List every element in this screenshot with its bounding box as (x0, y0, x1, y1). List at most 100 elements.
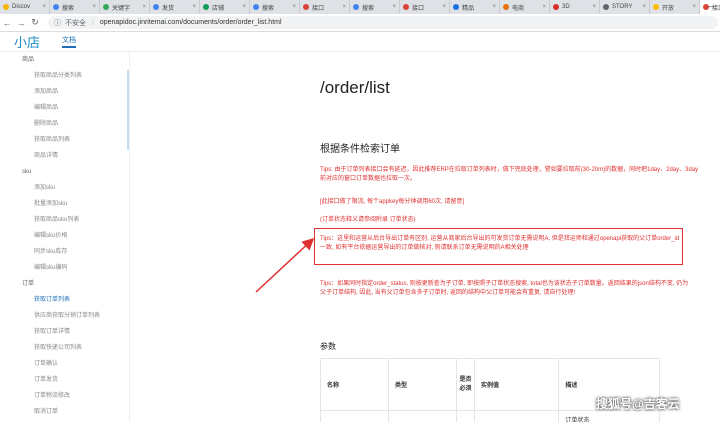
col-name: 名称 (320, 358, 389, 411)
sidebar-group-label: sku (22, 169, 32, 175)
tab-favicon-icon (453, 4, 459, 10)
tab-label: 搜索 (362, 5, 375, 12)
tab-label: 电商 (512, 5, 525, 12)
browser-tab[interactable]: 接口 × (400, 0, 450, 14)
tab-close-icon[interactable]: × (92, 4, 96, 10)
tab-close-icon[interactable]: × (292, 4, 296, 10)
sidebar-item[interactable]: 编辑sku价格 (0, 228, 129, 244)
cell-name (320, 410, 389, 422)
separator: | (92, 19, 94, 26)
sidebar-item[interactable]: 获取订单列表 (0, 292, 129, 308)
site-header: 小店 文档 (0, 32, 720, 52)
browser-tab[interactable]: 电商 × (500, 0, 550, 14)
browser-tab[interactable]: 搜索 × (250, 0, 300, 14)
browser-tab[interactable]: 3D × (550, 0, 600, 14)
tab-close-icon[interactable]: × (42, 4, 46, 10)
tab-close-icon[interactable]: × (142, 4, 146, 10)
sidebar-item[interactable]: 供应商获取分销订单列表 (0, 308, 129, 324)
tab-label: 关键字 (112, 5, 131, 12)
sidebar-item[interactable]: 获取商品分类列表 (0, 68, 129, 84)
nav-docs-link[interactable]: 文档 (62, 35, 77, 48)
tips-export-diff: Tips：这里和运营从后台导出订单有区别, 运营从商家后台导出的可发货订单无需说… (320, 236, 680, 251)
sidebar-item[interactable]: 商品详情 (0, 148, 129, 164)
sidebar-item[interactable]: 同步sku库存 (0, 244, 129, 260)
sidebar-item[interactable]: 获取商品sku列表 (0, 212, 129, 228)
browser-tab[interactable]: 店铺 × (200, 0, 250, 14)
params-table: 名称 类型 是否必须 实例值 描述 订单状态 (320, 358, 660, 422)
info-icon[interactable]: ⓘ (54, 18, 61, 28)
tab-favicon-icon (403, 4, 409, 10)
forward-icon[interactable]: → (14, 18, 28, 28)
tab-close-icon[interactable]: × (692, 4, 696, 10)
sidebar-item[interactable]: 订单确认 (0, 356, 129, 372)
browser-tab[interactable]: 开放 × (650, 0, 700, 14)
address-bar: ← → ↻ ⓘ 不安全 | openapidoc.jinritemai.com/… (0, 14, 720, 32)
sidebar-item[interactable]: 订单发货 (0, 372, 129, 388)
sidebar-item[interactable]: 添加商品 (0, 84, 129, 100)
tab-favicon-icon (153, 4, 159, 10)
tab-close-icon[interactable]: × (492, 4, 496, 10)
sidebar-item[interactable]: 删除商品 (0, 116, 129, 132)
tab-close-icon[interactable]: × (342, 4, 346, 10)
tab-label: 开放 (662, 5, 675, 12)
browser-tab[interactable]: Discov × (0, 0, 50, 14)
sidebar-scrollbar[interactable] (127, 70, 129, 150)
browser-tab[interactable]: 发货 × (150, 0, 200, 14)
sidebar-item[interactable]: 获取商品列表 (0, 132, 129, 148)
watermark: 搜狐号@吉客云 (596, 397, 680, 411)
params-title: 参数 (320, 342, 336, 351)
tab-label: 店铺 (212, 5, 225, 12)
sidebar-group-label: 商品 (22, 57, 35, 63)
tab-favicon-icon (553, 4, 559, 10)
tab-close-icon[interactable]: × (392, 4, 396, 10)
tab-close-icon[interactable]: × (192, 4, 196, 10)
tips-status-ref[interactable]: (订单状态释义请参阅附录 订单状态) (320, 214, 416, 223)
tab-label: 接口 (412, 5, 425, 12)
sidebar-item[interactable]: 添加sku (0, 180, 129, 196)
tips-delay-note: Tips: 由于订单列表接口会有延迟，因此推荐ERP在拉取订单列表时，做下兜底处… (320, 167, 699, 182)
sidebar-item[interactable]: 批量添加sku (0, 196, 129, 212)
tab-label: 发货 (162, 5, 175, 12)
browser-tab[interactable]: 搜索 × (350, 0, 400, 14)
tab-favicon-icon (303, 4, 309, 10)
col-type: 类型 (388, 358, 457, 411)
tab-favicon-icon (503, 4, 509, 10)
tab-close-icon[interactable]: × (442, 4, 446, 10)
url-input[interactable]: ⓘ 不安全 | openapidoc.jinritemai.com/docume… (48, 16, 718, 29)
browser-tab[interactable]: STORY × (600, 0, 650, 14)
sidebar-item[interactable]: 订单物流修改 (0, 388, 129, 404)
browser-tab[interactable]: 搜索 × (50, 0, 100, 14)
sidebar: 商品获取商品分类列表 添加商品 编辑商品 删除商品 获取商品列表 商品详情 sku 添加sku… (0, 52, 130, 422)
sidebar-item[interactable]: 取消订单 (0, 404, 129, 420)
browser-tab[interactable]: 精品 × (450, 0, 500, 14)
sidebar-item[interactable]: 编辑商品 (0, 100, 129, 116)
minimize-button[interactable]: — (708, 2, 716, 11)
tab-favicon-icon (253, 4, 259, 10)
tab-label: STORY (612, 4, 633, 10)
tab-label: 搜索 (262, 5, 275, 12)
tab-favicon-icon (103, 4, 109, 10)
main-content: /order/list 根据条件检索订单 Tips: 由于订单列表接口会有延迟，… (130, 52, 720, 422)
browser-tab-strip: Discov × 搜索 × 关键字 × 发货 × 店铺 × 搜索 × 接口 × 搜索 × 接口 × 精品 × 电商 × 3D… (0, 0, 720, 14)
tab-favicon-icon (53, 4, 59, 10)
browser-tab[interactable]: 接口 × (300, 0, 350, 14)
section-title: 根据条件检索订单 (320, 144, 400, 155)
back-icon[interactable]: ← (0, 18, 14, 28)
tab-close-icon[interactable]: × (642, 4, 646, 10)
tab-close-icon[interactable]: × (542, 4, 546, 10)
reload-icon[interactable]: ↻ (28, 17, 42, 28)
sidebar-group-label: 订单 (22, 281, 35, 287)
security-label: 不安全 (65, 19, 86, 27)
sidebar-item[interactable]: 获取快递公司列表 (0, 340, 129, 356)
tab-close-icon[interactable]: × (242, 4, 246, 10)
tab-label: Discov (12, 4, 31, 10)
col-required: 是否必须 (456, 358, 475, 411)
sidebar-item[interactable]: 编辑sku编码 (0, 260, 129, 276)
site-logo[interactable]: 小店 (14, 32, 40, 51)
tab-label: 精品 (462, 5, 475, 12)
tab-close-icon[interactable]: × (592, 4, 596, 10)
browser-tab[interactable]: 关键字 × (100, 0, 150, 14)
tab-label: 搜索 (62, 5, 75, 12)
tab-favicon-icon (603, 4, 609, 10)
sidebar-item[interactable]: 获取订单详情 (0, 324, 129, 340)
